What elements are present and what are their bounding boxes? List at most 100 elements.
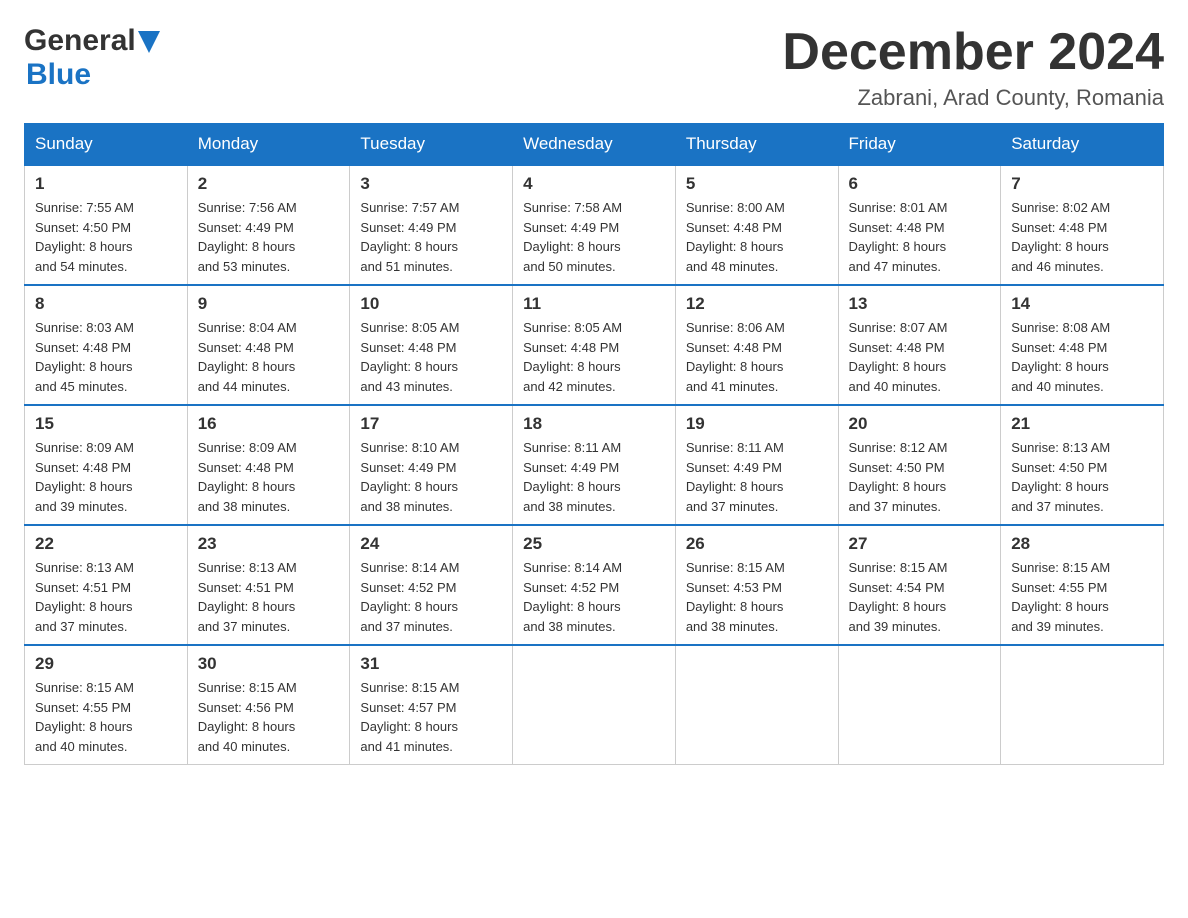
- day-info: Sunrise: 8:04 AMSunset: 4:48 PMDaylight:…: [198, 318, 340, 396]
- calendar-week-row: 8 Sunrise: 8:03 AMSunset: 4:48 PMDayligh…: [25, 285, 1164, 405]
- day-number: 7: [1011, 174, 1153, 194]
- day-info: Sunrise: 7:57 AMSunset: 4:49 PMDaylight:…: [360, 198, 502, 276]
- day-info: Sunrise: 8:05 AMSunset: 4:48 PMDaylight:…: [523, 318, 665, 396]
- day-number: 2: [198, 174, 340, 194]
- day-info: Sunrise: 8:10 AMSunset: 4:49 PMDaylight:…: [360, 438, 502, 516]
- header-saturday: Saturday: [1001, 124, 1164, 166]
- calendar-cell: 22 Sunrise: 8:13 AMSunset: 4:51 PMDaylig…: [25, 525, 188, 645]
- day-number: 31: [360, 654, 502, 674]
- calendar-cell: 30 Sunrise: 8:15 AMSunset: 4:56 PMDaylig…: [187, 645, 350, 765]
- day-number: 6: [849, 174, 991, 194]
- day-info: Sunrise: 7:55 AMSunset: 4:50 PMDaylight:…: [35, 198, 177, 276]
- calendar-cell: 1 Sunrise: 7:55 AMSunset: 4:50 PMDayligh…: [25, 165, 188, 285]
- day-info: Sunrise: 8:07 AMSunset: 4:48 PMDaylight:…: [849, 318, 991, 396]
- day-info: Sunrise: 8:13 AMSunset: 4:51 PMDaylight:…: [35, 558, 177, 636]
- calendar-cell: 6 Sunrise: 8:01 AMSunset: 4:48 PMDayligh…: [838, 165, 1001, 285]
- header-wednesday: Wednesday: [513, 124, 676, 166]
- day-number: 24: [360, 534, 502, 554]
- day-info: Sunrise: 8:08 AMSunset: 4:48 PMDaylight:…: [1011, 318, 1153, 396]
- day-info: Sunrise: 8:15 AMSunset: 4:55 PMDaylight:…: [35, 678, 177, 756]
- calendar-cell: 2 Sunrise: 7:56 AMSunset: 4:49 PMDayligh…: [187, 165, 350, 285]
- header-thursday: Thursday: [675, 124, 838, 166]
- calendar-cell: 5 Sunrise: 8:00 AMSunset: 4:48 PMDayligh…: [675, 165, 838, 285]
- day-number: 25: [523, 534, 665, 554]
- day-info: Sunrise: 8:13 AMSunset: 4:51 PMDaylight:…: [198, 558, 340, 636]
- day-number: 14: [1011, 294, 1153, 314]
- calendar-cell: 4 Sunrise: 7:58 AMSunset: 4:49 PMDayligh…: [513, 165, 676, 285]
- day-info: Sunrise: 8:15 AMSunset: 4:56 PMDaylight:…: [198, 678, 340, 756]
- calendar-cell: 19 Sunrise: 8:11 AMSunset: 4:49 PMDaylig…: [675, 405, 838, 525]
- day-number: 23: [198, 534, 340, 554]
- day-info: Sunrise: 7:58 AMSunset: 4:49 PMDaylight:…: [523, 198, 665, 276]
- day-info: Sunrise: 8:11 AMSunset: 4:49 PMDaylight:…: [686, 438, 828, 516]
- day-info: Sunrise: 8:01 AMSunset: 4:48 PMDaylight:…: [849, 198, 991, 276]
- day-number: 27: [849, 534, 991, 554]
- calendar-cell: 20 Sunrise: 8:12 AMSunset: 4:50 PMDaylig…: [838, 405, 1001, 525]
- header-sunday: Sunday: [25, 124, 188, 166]
- day-number: 9: [198, 294, 340, 314]
- logo: General Blue: [24, 24, 160, 92]
- day-info: Sunrise: 8:15 AMSunset: 4:54 PMDaylight:…: [849, 558, 991, 636]
- day-info: Sunrise: 8:15 AMSunset: 4:53 PMDaylight:…: [686, 558, 828, 636]
- day-info: Sunrise: 8:09 AMSunset: 4:48 PMDaylight:…: [198, 438, 340, 516]
- day-info: Sunrise: 8:13 AMSunset: 4:50 PMDaylight:…: [1011, 438, 1153, 516]
- day-info: Sunrise: 8:15 AMSunset: 4:55 PMDaylight:…: [1011, 558, 1153, 636]
- calendar-week-row: 1 Sunrise: 7:55 AMSunset: 4:50 PMDayligh…: [25, 165, 1164, 285]
- day-info: Sunrise: 8:11 AMSunset: 4:49 PMDaylight:…: [523, 438, 665, 516]
- calendar-cell: [513, 645, 676, 765]
- header-monday: Monday: [187, 124, 350, 166]
- calendar-cell: 24 Sunrise: 8:14 AMSunset: 4:52 PMDaylig…: [350, 525, 513, 645]
- day-number: 4: [523, 174, 665, 194]
- day-info: Sunrise: 8:02 AMSunset: 4:48 PMDaylight:…: [1011, 198, 1153, 276]
- calendar-cell: 14 Sunrise: 8:08 AMSunset: 4:48 PMDaylig…: [1001, 285, 1164, 405]
- day-number: 22: [35, 534, 177, 554]
- header-friday: Friday: [838, 124, 1001, 166]
- day-number: 20: [849, 414, 991, 434]
- day-number: 3: [360, 174, 502, 194]
- calendar-cell: 8 Sunrise: 8:03 AMSunset: 4:48 PMDayligh…: [25, 285, 188, 405]
- calendar-cell: 27 Sunrise: 8:15 AMSunset: 4:54 PMDaylig…: [838, 525, 1001, 645]
- calendar-cell: 21 Sunrise: 8:13 AMSunset: 4:50 PMDaylig…: [1001, 405, 1164, 525]
- day-info: Sunrise: 8:15 AMSunset: 4:57 PMDaylight:…: [360, 678, 502, 756]
- day-number: 30: [198, 654, 340, 674]
- day-info: Sunrise: 8:00 AMSunset: 4:48 PMDaylight:…: [686, 198, 828, 276]
- calendar-cell: 17 Sunrise: 8:10 AMSunset: 4:49 PMDaylig…: [350, 405, 513, 525]
- day-number: 10: [360, 294, 502, 314]
- logo-arrow-icon: [138, 31, 160, 53]
- day-number: 17: [360, 414, 502, 434]
- calendar-cell: 31 Sunrise: 8:15 AMSunset: 4:57 PMDaylig…: [350, 645, 513, 765]
- calendar-cell: 3 Sunrise: 7:57 AMSunset: 4:49 PMDayligh…: [350, 165, 513, 285]
- day-number: 16: [198, 414, 340, 434]
- month-title: December 2024: [782, 24, 1164, 81]
- day-number: 29: [35, 654, 177, 674]
- day-number: 12: [686, 294, 828, 314]
- calendar-table: Sunday Monday Tuesday Wednesday Thursday…: [24, 123, 1164, 765]
- day-number: 26: [686, 534, 828, 554]
- calendar-cell: 15 Sunrise: 8:09 AMSunset: 4:48 PMDaylig…: [25, 405, 188, 525]
- calendar-week-row: 15 Sunrise: 8:09 AMSunset: 4:48 PMDaylig…: [25, 405, 1164, 525]
- calendar-week-row: 29 Sunrise: 8:15 AMSunset: 4:55 PMDaylig…: [25, 645, 1164, 765]
- day-info: Sunrise: 8:12 AMSunset: 4:50 PMDaylight:…: [849, 438, 991, 516]
- weekday-header-row: Sunday Monday Tuesday Wednesday Thursday…: [25, 124, 1164, 166]
- day-number: 19: [686, 414, 828, 434]
- day-info: Sunrise: 8:05 AMSunset: 4:48 PMDaylight:…: [360, 318, 502, 396]
- day-number: 15: [35, 414, 177, 434]
- logo-blue-text: Blue: [26, 58, 91, 91]
- logo-general-text: General: [24, 24, 136, 58]
- day-number: 13: [849, 294, 991, 314]
- calendar-cell: 18 Sunrise: 8:11 AMSunset: 4:49 PMDaylig…: [513, 405, 676, 525]
- day-info: Sunrise: 8:06 AMSunset: 4:48 PMDaylight:…: [686, 318, 828, 396]
- calendar-cell: 29 Sunrise: 8:15 AMSunset: 4:55 PMDaylig…: [25, 645, 188, 765]
- calendar-cell: 13 Sunrise: 8:07 AMSunset: 4:48 PMDaylig…: [838, 285, 1001, 405]
- page-header: General Blue December 2024 Zabrani, Arad…: [24, 24, 1164, 111]
- day-number: 28: [1011, 534, 1153, 554]
- calendar-cell: 7 Sunrise: 8:02 AMSunset: 4:48 PMDayligh…: [1001, 165, 1164, 285]
- day-info: Sunrise: 8:03 AMSunset: 4:48 PMDaylight:…: [35, 318, 177, 396]
- header-tuesday: Tuesday: [350, 124, 513, 166]
- calendar-cell: 25 Sunrise: 8:14 AMSunset: 4:52 PMDaylig…: [513, 525, 676, 645]
- day-info: Sunrise: 8:14 AMSunset: 4:52 PMDaylight:…: [523, 558, 665, 636]
- title-block: December 2024 Zabrani, Arad County, Roma…: [782, 24, 1164, 111]
- day-number: 18: [523, 414, 665, 434]
- calendar-cell: 23 Sunrise: 8:13 AMSunset: 4:51 PMDaylig…: [187, 525, 350, 645]
- day-info: Sunrise: 8:09 AMSunset: 4:48 PMDaylight:…: [35, 438, 177, 516]
